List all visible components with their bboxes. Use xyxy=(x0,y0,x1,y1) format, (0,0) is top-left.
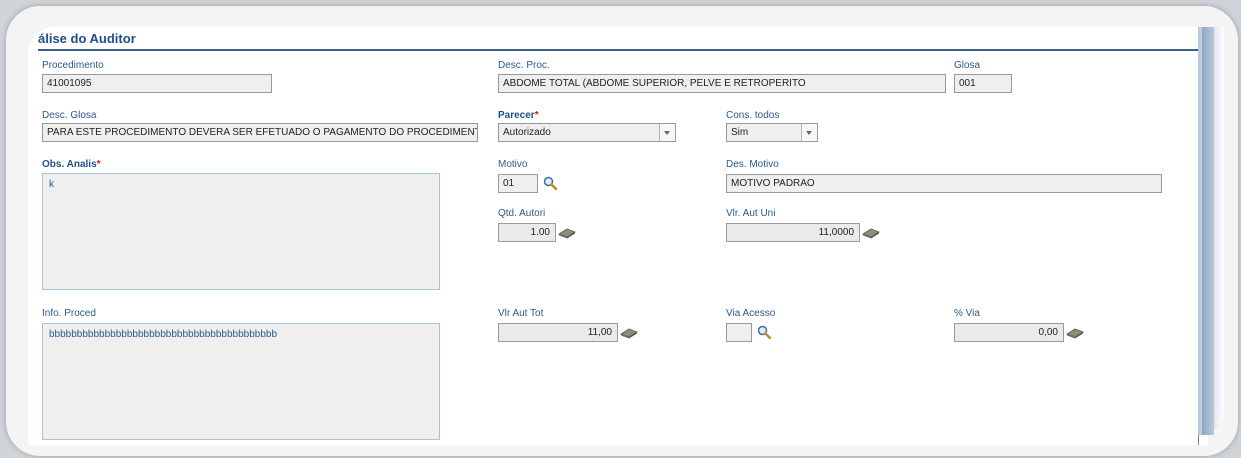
motivo-label: Motivo xyxy=(498,159,528,170)
glosa-label: Glosa xyxy=(954,60,981,71)
calculator-icon[interactable] xyxy=(558,227,576,239)
parecer-required-mark: * xyxy=(534,110,539,121)
des-motivo-label: Des. Motivo xyxy=(726,159,779,170)
parecer-select[interactable]: Autorizado xyxy=(498,123,676,142)
via-acesso-field[interactable] xyxy=(726,323,752,342)
vertical-scrollbar[interactable] xyxy=(1198,27,1224,435)
chevron-down-icon[interactable] xyxy=(801,124,817,141)
desc-glosa-label: Desc. Glosa xyxy=(42,110,97,121)
procedimento-field[interactable]: 41001095 xyxy=(42,74,272,93)
des-motivo-field[interactable]: MOTIVO PADRAO xyxy=(726,174,1162,193)
section-divider xyxy=(38,49,1200,51)
pct-via-label: % Via xyxy=(954,308,980,319)
qtd-autori-field[interactable]: 1.00 xyxy=(498,223,556,242)
vlr-aut-tot-label: Vlr Aut Tot xyxy=(498,308,544,319)
auditor-analysis-panel: álise do Auditor Procedimento 41001095 D… xyxy=(28,27,1208,445)
calculator-icon[interactable] xyxy=(620,327,638,339)
parecer-label: Parecer* xyxy=(498,110,539,121)
vlr-aut-tot-field[interactable]: 11,00 xyxy=(498,323,618,342)
section-title: álise do Auditor xyxy=(38,31,136,46)
qtd-autori-label: Qtd. Autori xyxy=(498,208,546,219)
motivo-field[interactable]: 01 xyxy=(498,174,538,193)
info-proced-textarea[interactable]: bbbbbbbbbbbbbbbbbbbbbbbbbbbbbbbbbbbbbbbb… xyxy=(42,323,440,440)
parecer-select-value: Autorizado xyxy=(503,127,551,138)
cons-todos-select[interactable]: Sim xyxy=(726,123,818,142)
vlr-aut-uni-label: Vlr. Aut Uni xyxy=(726,208,776,219)
info-proced-label: Info. Proced xyxy=(42,308,96,319)
calculator-icon[interactable] xyxy=(1066,327,1084,339)
vlr-aut-uni-field[interactable]: 11,0000 xyxy=(726,223,860,242)
obs-analis-textarea[interactable]: k xyxy=(42,173,440,290)
glosa-field[interactable]: 001 xyxy=(954,74,1012,93)
cons-todos-select-value: Sim xyxy=(731,127,749,138)
via-acesso-label: Via Acesso xyxy=(726,308,776,319)
search-icon[interactable] xyxy=(543,176,557,190)
obs-analis-label-text: Obs. Analis xyxy=(42,159,97,170)
chevron-down-icon[interactable] xyxy=(659,124,675,141)
pct-via-field[interactable]: 0,00 xyxy=(954,323,1064,342)
desc-proc-field[interactable]: ABDOME TOTAL (ABDOME SUPERIOR, PELVE E R… xyxy=(498,74,946,93)
obs-analis-label: Obs. Analis* xyxy=(42,159,101,170)
search-icon[interactable] xyxy=(757,325,771,339)
obs-analis-required-mark: * xyxy=(96,159,101,170)
parecer-label-text: Parecer xyxy=(498,110,535,121)
cons-todos-label: Cons. todos xyxy=(726,110,780,121)
calculator-icon[interactable] xyxy=(862,227,880,239)
desc-proc-label: Desc. Proc. xyxy=(498,60,550,71)
procedimento-label: Procedimento xyxy=(42,60,104,71)
desc-glosa-field[interactable]: PARA ESTE PROCEDIMENTO DEVERA SER EFETUA… xyxy=(42,123,478,142)
scrollbar-track[interactable] xyxy=(1202,27,1214,435)
